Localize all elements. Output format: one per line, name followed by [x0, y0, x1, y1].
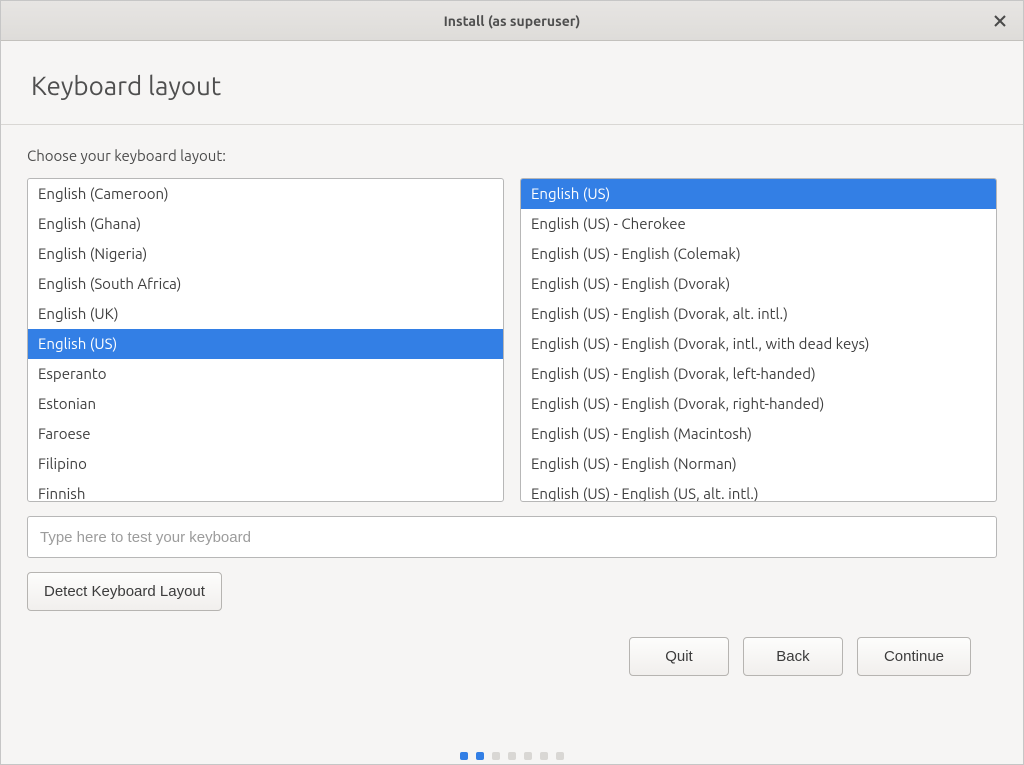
layout-list-item[interactable]: English (UK)	[28, 299, 503, 329]
variant-list-item[interactable]: English (US) - English (Dvorak, alt. int…	[521, 299, 996, 329]
progress-dot	[460, 752, 468, 760]
variant-list-item[interactable]: English (US) - English (Dvorak, left-han…	[521, 359, 996, 389]
layout-list-item[interactable]: Estonian	[28, 389, 503, 419]
progress-dot	[556, 752, 564, 760]
continue-button[interactable]: Continue	[857, 637, 971, 676]
layout-list-item[interactable]: English (Nigeria)	[28, 239, 503, 269]
layout-list-item[interactable]: English (Cameroon)	[28, 179, 503, 209]
page-title: Keyboard layout	[1, 41, 1023, 124]
progress-dot	[540, 752, 548, 760]
titlebar: Install (as superuser)	[1, 1, 1023, 41]
variant-list-item[interactable]: English (US) - English (Macintosh)	[521, 419, 996, 449]
choose-label: Choose your keyboard layout:	[27, 147, 997, 164]
progress-indicator	[460, 752, 564, 760]
layout-list-item[interactable]: Esperanto	[28, 359, 503, 389]
quit-button[interactable]: Quit	[629, 637, 729, 676]
variant-list-item[interactable]: English (US) - English (Norman)	[521, 449, 996, 479]
variant-list-item[interactable]: English (US) - English (Dvorak, intl., w…	[521, 329, 996, 359]
footer-row: Quit Back Continue	[27, 637, 997, 676]
layout-list-item[interactable]: Finnish	[28, 479, 503, 502]
variant-list-item[interactable]: English (US) - English (Colemak)	[521, 239, 996, 269]
progress-dot	[508, 752, 516, 760]
installer-window: Install (as superuser) Keyboard layout C…	[0, 0, 1024, 765]
progress-dot	[476, 752, 484, 760]
variant-list-item[interactable]: English (US) - Cherokee	[521, 209, 996, 239]
form-area: Choose your keyboard layout: English (Ca…	[1, 125, 1023, 676]
variant-list-item[interactable]: English (US) - English (Dvorak, right-ha…	[521, 389, 996, 419]
layout-list-item[interactable]: Filipino	[28, 449, 503, 479]
layout-list-item[interactable]: Faroese	[28, 419, 503, 449]
close-icon[interactable]	[991, 12, 1009, 30]
keyboard-test-input[interactable]	[27, 516, 997, 558]
detect-row: Detect Keyboard Layout	[27, 572, 997, 611]
layout-list-item[interactable]: English (Ghana)	[28, 209, 503, 239]
keyboard-layout-listbox[interactable]: English (Cameroon)English (Ghana)English…	[27, 178, 504, 502]
lists-row: English (Cameroon)English (Ghana)English…	[27, 178, 997, 502]
layout-list-item[interactable]: English (US)	[28, 329, 503, 359]
window-title: Install (as superuser)	[444, 13, 581, 29]
progress-dot	[492, 752, 500, 760]
keyboard-variant-listbox[interactable]: English (US)English (US) - CherokeeEngli…	[520, 178, 997, 502]
variant-list-item[interactable]: English (US) - English (Dvorak)	[521, 269, 996, 299]
detect-keyboard-button[interactable]: Detect Keyboard Layout	[27, 572, 222, 611]
back-button[interactable]: Back	[743, 637, 843, 676]
variant-list-item[interactable]: English (US)	[521, 179, 996, 209]
content-area: Keyboard layout Choose your keyboard lay…	[1, 41, 1023, 676]
layout-list-item[interactable]: English (South Africa)	[28, 269, 503, 299]
variant-list-item[interactable]: English (US) - English (US, alt. intl.)	[521, 479, 996, 502]
progress-dot	[524, 752, 532, 760]
